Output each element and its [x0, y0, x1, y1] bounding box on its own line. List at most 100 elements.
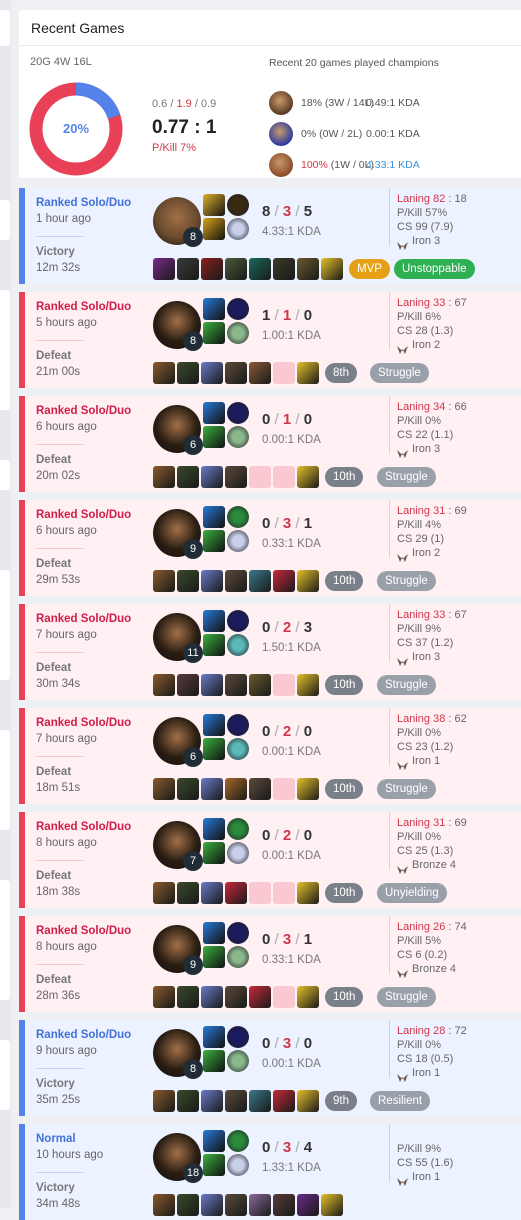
- item-icon[interactable]: [321, 258, 343, 280]
- summoner-spell-icon[interactable]: [203, 218, 225, 240]
- item-icon[interactable]: [153, 362, 175, 384]
- item-icon[interactable]: [201, 1090, 223, 1112]
- item-icon[interactable]: [249, 362, 271, 384]
- item-icon[interactable]: [225, 258, 247, 280]
- item-icon[interactable]: [177, 1090, 199, 1112]
- item-icon[interactable]: [153, 882, 175, 904]
- rune-icon[interactable]: [227, 298, 249, 320]
- item-icon[interactable]: [177, 882, 199, 904]
- item-slot-empty[interactable]: [249, 466, 271, 488]
- item-icon[interactable]: [297, 986, 319, 1008]
- rune-icon[interactable]: [227, 530, 249, 552]
- item-icon[interactable]: [153, 1090, 175, 1112]
- rune-icon[interactable]: [227, 922, 249, 944]
- rune-icon[interactable]: [227, 842, 249, 864]
- rune-icon[interactable]: [227, 634, 249, 656]
- item-icon[interactable]: [273, 1194, 295, 1216]
- summoner-spell-icon[interactable]: [203, 506, 225, 528]
- match-card[interactable]: Ranked Solo/Duo 8 hours ago Defeat 18m 38s 7…: [19, 812, 521, 908]
- item-icon[interactable]: [225, 674, 247, 696]
- summoner-spell-icon[interactable]: [203, 1050, 225, 1072]
- rune-icon[interactable]: [227, 1050, 249, 1072]
- match-card[interactable]: Ranked Solo/Duo 9 hours ago Victory 35m 25s…: [19, 1020, 521, 1116]
- item-icon[interactable]: [297, 570, 319, 592]
- rune-icon[interactable]: [227, 946, 249, 968]
- rune-icon[interactable]: [227, 426, 249, 448]
- match-card[interactable]: Ranked Solo/Duo 8 hours ago Defeat 28m 36s 9…: [19, 916, 521, 1012]
- item-slot-empty[interactable]: [273, 882, 295, 904]
- rune-icon[interactable]: [227, 1130, 249, 1152]
- match-card[interactable]: Ranked Solo/Duo 1 hour ago Victory 12m 32s 8…: [19, 188, 521, 284]
- item-icon[interactable]: [297, 1194, 319, 1216]
- item-icon[interactable]: [297, 1090, 319, 1112]
- item-icon[interactable]: [177, 466, 199, 488]
- item-icon[interactable]: [153, 986, 175, 1008]
- rune-icon[interactable]: [227, 194, 249, 216]
- summoner-spell-icon[interactable]: [203, 634, 225, 656]
- item-icon[interactable]: [201, 466, 223, 488]
- item-icon[interactable]: [177, 570, 199, 592]
- item-icon[interactable]: [297, 466, 319, 488]
- item-icon[interactable]: [321, 1194, 343, 1216]
- summoner-spell-icon[interactable]: [203, 298, 225, 320]
- item-icon[interactable]: [177, 986, 199, 1008]
- rune-icon[interactable]: [227, 402, 249, 424]
- item-icon[interactable]: [225, 362, 247, 384]
- item-icon[interactable]: [249, 258, 271, 280]
- item-icon[interactable]: [225, 1090, 247, 1112]
- summoner-spell-icon[interactable]: [203, 530, 225, 552]
- item-slot-empty[interactable]: [249, 882, 271, 904]
- item-icon[interactable]: [249, 1194, 271, 1216]
- summoner-spell-icon[interactable]: [203, 402, 225, 424]
- rune-icon[interactable]: [227, 738, 249, 760]
- item-icon[interactable]: [201, 778, 223, 800]
- item-icon[interactable]: [249, 1090, 271, 1112]
- match-card[interactable]: Ranked Solo/Duo 6 hours ago Defeat 20m 02s 6…: [19, 396, 521, 492]
- item-icon[interactable]: [153, 258, 175, 280]
- summoner-spell-icon[interactable]: [203, 818, 225, 840]
- item-slot-empty[interactable]: [273, 466, 295, 488]
- item-icon[interactable]: [201, 882, 223, 904]
- item-icon[interactable]: [273, 1090, 295, 1112]
- item-slot-empty[interactable]: [273, 778, 295, 800]
- match-card[interactable]: Ranked Solo/Duo 7 hours ago Defeat 30m 34s 1…: [19, 604, 521, 700]
- rune-icon[interactable]: [227, 714, 249, 736]
- item-icon[interactable]: [177, 362, 199, 384]
- rune-icon[interactable]: [227, 818, 249, 840]
- item-icon[interactable]: [249, 570, 271, 592]
- item-icon[interactable]: [201, 986, 223, 1008]
- item-icon[interactable]: [297, 362, 319, 384]
- item-icon[interactable]: [249, 778, 271, 800]
- item-icon[interactable]: [201, 1194, 223, 1216]
- summoner-spell-icon[interactable]: [203, 1026, 225, 1048]
- item-slot-empty[interactable]: [273, 674, 295, 696]
- item-icon[interactable]: [153, 674, 175, 696]
- summoner-spell-icon[interactable]: [203, 1130, 225, 1152]
- item-slot-empty[interactable]: [273, 986, 295, 1008]
- item-icon[interactable]: [225, 882, 247, 904]
- item-icon[interactable]: [273, 570, 295, 592]
- summoner-spell-icon[interactable]: [203, 426, 225, 448]
- item-slot-empty[interactable]: [273, 362, 295, 384]
- item-icon[interactable]: [297, 258, 319, 280]
- item-icon[interactable]: [153, 570, 175, 592]
- item-icon[interactable]: [249, 986, 271, 1008]
- item-icon[interactable]: [201, 258, 223, 280]
- item-icon[interactable]: [297, 674, 319, 696]
- summoner-spell-icon[interactable]: [203, 194, 225, 216]
- match-card[interactable]: Normal 10 hours ago Victory 34m 48s 18 0 / 3 …: [19, 1124, 521, 1220]
- summoner-spell-icon[interactable]: [203, 946, 225, 968]
- match-card[interactable]: Ranked Solo/Duo 7 hours ago Defeat 18m 51s 6…: [19, 708, 521, 804]
- rune-icon[interactable]: [227, 1154, 249, 1176]
- match-card[interactable]: Ranked Solo/Duo 5 hours ago Defeat 21m 00s 8…: [19, 292, 521, 388]
- summoner-spell-icon[interactable]: [203, 922, 225, 944]
- item-icon[interactable]: [153, 778, 175, 800]
- summoner-spell-icon[interactable]: [203, 1154, 225, 1176]
- item-icon[interactable]: [177, 1194, 199, 1216]
- rune-icon[interactable]: [227, 218, 249, 240]
- item-icon[interactable]: [225, 1194, 247, 1216]
- item-icon[interactable]: [177, 674, 199, 696]
- item-icon[interactable]: [177, 778, 199, 800]
- item-icon[interactable]: [153, 1194, 175, 1216]
- item-icon[interactable]: [225, 466, 247, 488]
